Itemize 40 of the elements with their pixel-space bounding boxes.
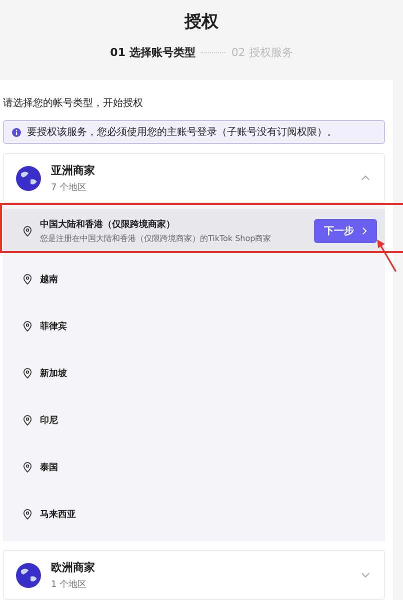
location-pin-icon bbox=[23, 274, 32, 285]
region-item[interactable]: 中国大陆和香港（仅限跨境商家） 您是注册在中国大陆和香港（仅限跨境商家）的TikTok Shop商家 下一步 bbox=[3, 209, 385, 253]
region-name: 中国大陆和香港（仅限跨境商家） bbox=[40, 218, 176, 231]
location-pin-icon bbox=[23, 321, 32, 332]
intro-text: 请选择您的帐号类型，开始授权 bbox=[3, 96, 144, 111]
region-name: 菲律宾 bbox=[40, 320, 68, 333]
region-count: 1 个地区 bbox=[51, 578, 88, 590]
region-item[interactable]: 印尼 bbox=[3, 397, 385, 444]
page-title: 授权 bbox=[184, 11, 218, 33]
region-description: 您是注册在中国大陆和香港（仅限跨境商家）的TikTok Shop商家 bbox=[40, 233, 272, 244]
info-icon bbox=[12, 128, 21, 136]
region-item[interactable]: 新加坡 bbox=[3, 350, 385, 397]
location-pin-icon bbox=[23, 368, 32, 379]
chevron-right-icon bbox=[362, 227, 367, 235]
region-name: 马来西亚 bbox=[40, 508, 77, 521]
merchant-group-header[interactable]: 欧洲商家 1 个地区 bbox=[3, 550, 385, 600]
globe-icon bbox=[16, 166, 41, 190]
location-pin-icon bbox=[23, 415, 32, 426]
region-item[interactable]: 菲律宾 bbox=[3, 303, 385, 350]
region-item[interactable]: 马来西亚 bbox=[3, 491, 385, 538]
group-name: 欧洲商家 bbox=[51, 560, 96, 574]
merchant-group-header[interactable]: 亚洲商家 7 个地区 bbox=[3, 153, 385, 203]
region-name: 新加坡 bbox=[40, 367, 68, 380]
region-item[interactable]: 泰国 bbox=[3, 444, 385, 491]
next-button[interactable]: 下一步 bbox=[314, 219, 377, 243]
location-pin-icon bbox=[23, 462, 32, 473]
chevron-down-icon bbox=[361, 572, 370, 578]
group-name: 亚洲商家 bbox=[51, 162, 96, 178]
region-name: 印尼 bbox=[40, 414, 59, 427]
globe-icon bbox=[16, 562, 41, 588]
pointer-arrow bbox=[376, 239, 398, 273]
step-tab[interactable]: 01 选择账号类型 bbox=[110, 45, 196, 60]
region-count: 7 个地区 bbox=[51, 182, 88, 194]
region-name: 泰国 bbox=[40, 462, 59, 474]
notice-text: 要授权该服务，您必须使用您的主账号登录（子账号没有订阅权限）。 bbox=[27, 126, 337, 139]
location-pin-icon bbox=[23, 226, 32, 236]
location-pin-icon bbox=[23, 509, 32, 520]
chevron-up-icon bbox=[361, 175, 370, 181]
region-item[interactable]: 越南 bbox=[3, 256, 385, 303]
region-name: 越南 bbox=[40, 273, 59, 286]
